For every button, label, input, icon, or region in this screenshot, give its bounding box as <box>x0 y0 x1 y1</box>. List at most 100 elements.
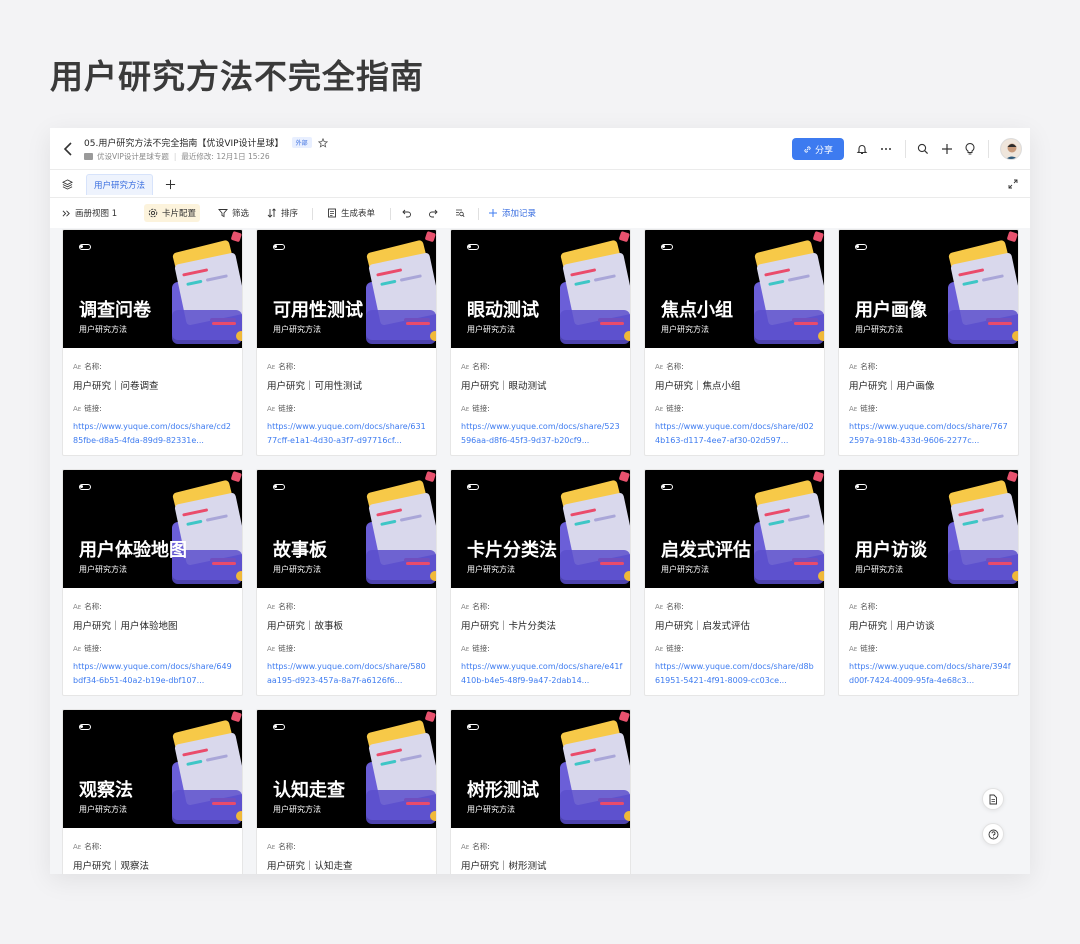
filter-button[interactable]: 筛选 <box>214 204 253 222</box>
link-field-label: Aᴇ 链接: <box>73 644 102 653</box>
sort-button[interactable]: 排序 <box>263 204 302 222</box>
card-cover-subtitle: 用户研究方法 <box>467 805 515 814</box>
last-modified: 最近修改: 12月1日 15:26 <box>181 152 270 161</box>
tab-user-research-methods[interactable]: 用户研究方法 <box>86 174 154 195</box>
text-field-icon: Aᴇ <box>73 842 82 851</box>
share-button[interactable]: 分享 <box>792 138 844 160</box>
card-link-value[interactable]: https://www.yuque.com/docs/share/cd285fb… <box>73 420 235 448</box>
link-icon <box>804 145 811 153</box>
plus-icon[interactable] <box>939 141 955 157</box>
gallery-card[interactable]: 启发式评估 用户研究方法 Aᴇ 名称: 用户研究｜启发式评估 Aᴇ 链接: ht… <box>644 469 825 696</box>
card-cover-title: 用户体验地图 <box>79 540 187 561</box>
find-icon[interactable] <box>451 204 469 222</box>
filter-icon <box>218 209 228 218</box>
gallery-card[interactable]: 卡片分类法 用户研究方法 Aᴇ 名称: 用户研究｜卡片分类法 Aᴇ 链接: ht… <box>450 469 631 696</box>
card-link-value[interactable]: https://www.yuque.com/docs/share/580aa19… <box>267 660 429 688</box>
gallery-card[interactable]: 用户访谈 用户研究方法 Aᴇ 名称: 用户研究｜用户访谈 Aᴇ 链接: http… <box>838 469 1019 696</box>
doc-icon[interactable] <box>982 788 1004 810</box>
bell-icon[interactable] <box>854 141 870 157</box>
gallery-card[interactable]: 调查问卷 用户研究方法 Aᴇ 名称: 用户研究｜问卷调查 Aᴇ 链接: http… <box>62 229 243 456</box>
search-icon[interactable] <box>915 141 931 157</box>
doc-meta: 优设VIP设计星球专题 | 最近修改: 12月1日 15:26 <box>84 151 270 162</box>
toggle-icon <box>79 244 91 250</box>
add-record-button[interactable]: 添加记录 <box>484 204 540 222</box>
layers-icon[interactable] <box>59 176 75 192</box>
name-field-label: Aᴇ 名称: <box>73 842 102 851</box>
card-link-value[interactable]: https://www.yuque.com/docs/share/649bdf3… <box>73 660 235 688</box>
card-cover: 故事板 用户研究方法 <box>257 470 436 588</box>
text-field-icon: Aᴇ <box>655 404 664 413</box>
text-field-icon: Aᴇ <box>655 602 664 611</box>
meta-divider: | <box>173 152 177 161</box>
bulb-icon[interactable] <box>962 141 978 157</box>
generate-form-button[interactable]: 生成表单 <box>323 204 379 222</box>
card-name-value: 用户研究｜用户访谈 <box>849 621 935 632</box>
card-cover-subtitle: 用户研究方法 <box>273 805 321 814</box>
tab-label: 用户研究方法 <box>94 181 146 191</box>
text-field-icon: Aᴇ <box>267 602 276 611</box>
star-icon[interactable] <box>317 137 328 148</box>
card-cover-title: 卡片分类法 <box>467 540 557 561</box>
card-link-value[interactable]: https://www.yuque.com/docs/share/d024b16… <box>655 420 817 448</box>
text-field-icon: Aᴇ <box>461 602 470 611</box>
text-field-icon: Aᴇ <box>849 644 858 653</box>
redo-icon[interactable] <box>424 204 442 222</box>
avatar[interactable] <box>1000 138 1022 160</box>
gallery-card[interactable]: 可用性测试 用户研究方法 Aᴇ 名称: 用户研究｜可用性测试 Aᴇ 链接: ht… <box>256 229 437 456</box>
card-link-value[interactable]: https://www.yuque.com/docs/share/523596a… <box>461 420 623 448</box>
more-icon[interactable] <box>878 141 894 157</box>
toggle-icon <box>855 484 867 490</box>
gallery-card[interactable]: 用户体验地图 用户研究方法 Aᴇ 名称: 用户研究｜用户体验地图 Aᴇ 链接: … <box>62 469 243 696</box>
card-cover: 眼动测试 用户研究方法 <box>451 230 630 348</box>
folder-name[interactable]: 优设VIP设计星球专题 <box>97 151 169 162</box>
view-label: 画册视图 1 <box>75 209 118 219</box>
help-icon[interactable] <box>982 823 1004 845</box>
card-cover: 启发式评估 用户研究方法 <box>645 470 824 588</box>
folder-illustration-icon <box>948 471 1018 584</box>
card-cover-subtitle: 用户研究方法 <box>79 325 127 334</box>
link-field-label: Aᴇ 链接: <box>849 644 878 653</box>
doc-title: 05.用户研究方法不完全指南【优设VIP设计星球】 外部 <box>84 136 328 149</box>
sort-icon <box>267 208 276 218</box>
back-icon[interactable] <box>61 140 77 158</box>
name-field-label: Aᴇ 名称: <box>849 362 878 371</box>
gallery-card[interactable]: 树形测试 用户研究方法 Aᴇ 名称: 用户研究｜树形测试 Aᴇ 链接: <box>450 709 631 874</box>
text-field-icon: Aᴇ <box>849 602 858 611</box>
card-link-value[interactable]: https://www.yuque.com/docs/share/d8b6195… <box>655 660 817 688</box>
gallery-card[interactable]: 观察法 用户研究方法 Aᴇ 名称: 用户研究｜观察法 Aᴇ 链接: <box>62 709 243 874</box>
gallery-card[interactable]: 认知走查 用户研究方法 Aᴇ 名称: 用户研究｜认知走查 Aᴇ 链接: <box>256 709 437 874</box>
toggle-icon <box>273 484 285 490</box>
undo-icon[interactable] <box>398 204 416 222</box>
link-field-label: Aᴇ 链接: <box>655 404 684 413</box>
add-record-label: 添加记录 <box>502 209 537 219</box>
card-cover: 树形测试 用户研究方法 <box>451 710 630 828</box>
card-config-button[interactable]: 卡片配置 <box>144 204 201 222</box>
card-link-value[interactable]: https://www.yuque.com/docs/share/7672597… <box>849 420 1011 448</box>
expand-icon[interactable] <box>1005 176 1021 192</box>
folder-illustration-icon <box>754 471 824 584</box>
card-cover-subtitle: 用户研究方法 <box>855 565 903 574</box>
gallery-card[interactable]: 焦点小组 用户研究方法 Aᴇ 名称: 用户研究｜焦点小组 Aᴇ 链接: http… <box>644 229 825 456</box>
add-tab-icon[interactable] <box>162 176 178 192</box>
card-cover: 可用性测试 用户研究方法 <box>257 230 436 348</box>
plus-icon <box>489 209 497 217</box>
card-link-value[interactable]: https://www.yuque.com/docs/share/e41f410… <box>461 660 623 688</box>
card-cover: 卡片分类法 用户研究方法 <box>451 470 630 588</box>
toolbar: 画册视图 1 卡片配置 筛选 排序 生成表单 添加记录 <box>50 198 1030 228</box>
card-link-value[interactable]: https://www.yuque.com/docs/share/63177cf… <box>267 420 429 448</box>
link-field-label: Aᴇ 链接: <box>461 644 490 653</box>
card-link-value[interactable]: https://www.yuque.com/docs/share/394fd00… <box>849 660 1011 688</box>
card-cover-title: 启发式评估 <box>661 540 751 561</box>
folder-illustration-icon <box>172 231 242 344</box>
card-cover-title: 焦点小组 <box>661 300 733 321</box>
gallery-card[interactable]: 眼动测试 用户研究方法 Aᴇ 名称: 用户研究｜眼动测试 Aᴇ 链接: http… <box>450 229 631 456</box>
toggle-icon <box>467 244 479 250</box>
gallery-card[interactable]: 用户画像 用户研究方法 Aᴇ 名称: 用户研究｜用户画像 Aᴇ 链接: http… <box>838 229 1019 456</box>
card-cover-subtitle: 用户研究方法 <box>661 565 709 574</box>
toolbar-divider <box>312 208 313 220</box>
gallery-card[interactable]: 故事板 用户研究方法 Aᴇ 名称: 用户研究｜故事板 Aᴇ 链接: https:… <box>256 469 437 696</box>
name-field-label: Aᴇ 名称: <box>73 602 102 611</box>
view-switcher[interactable]: 画册视图 1 <box>58 204 121 222</box>
toggle-icon <box>79 724 91 730</box>
text-field-icon: Aᴇ <box>267 644 276 653</box>
